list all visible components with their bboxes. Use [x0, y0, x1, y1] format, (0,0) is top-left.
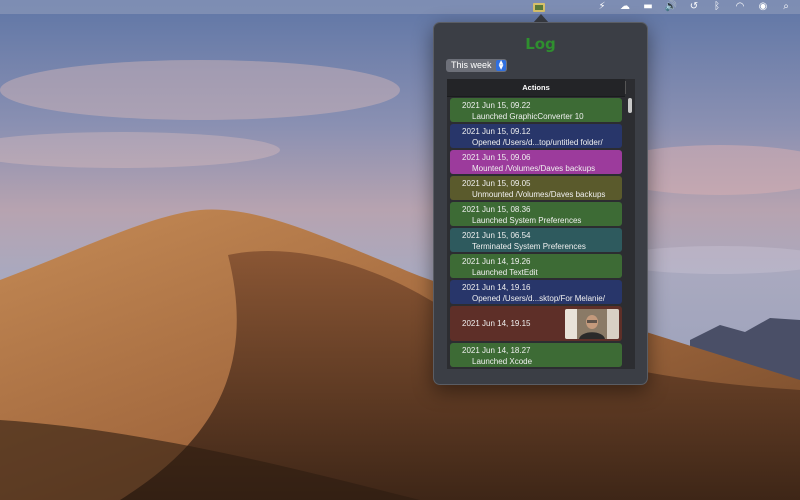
volume-icon[interactable]: 🔊 [662, 0, 680, 14]
bolt-icon[interactable]: ⚡ [593, 0, 611, 14]
log-entry[interactable]: 2021 Jun 14, 19.16 Opened /Users/d...skto… [450, 280, 622, 304]
log-entry-action: Terminated System Preferences [472, 242, 586, 251]
log-entry-action: Launched GraphicConverter 10 [472, 112, 584, 121]
popover-title: Log [525, 35, 556, 53]
log-entry-time: 2021 Jun 14, 19.16 [462, 283, 531, 292]
scrollbar[interactable] [628, 98, 632, 113]
log-entry-action: Unmounted /Volumes/Daves backups [472, 190, 606, 199]
bluetooth-icon[interactable]: ᛒ [708, 0, 726, 14]
log-entry-time: 2021 Jun 15, 09.12 [462, 127, 531, 136]
log-entry[interactable]: 2021 Jun 15, 08.36 Launched System Prefer… [450, 202, 622, 226]
log-entry-time: 2021 Jun 15, 09.22 [462, 101, 531, 110]
cloud-icon[interactable]: ☁ [616, 0, 634, 14]
menu-bar: ⚡ ☁ ▬ 🔊 ↺ ᛒ ◠ ◉ ⌕ [0, 0, 800, 14]
actions-column-header[interactable]: Actions [447, 79, 625, 97]
folder-icon[interactable]: ▬ [639, 0, 657, 14]
log-entry-time: 2021 Jun 14, 19.15 [462, 319, 531, 328]
user-icon[interactable]: ◉ [754, 0, 772, 14]
actions-table[interactable]: Actions 2021 Jun 15, 09.22 Launched Graph… [447, 79, 635, 369]
log-entry[interactable]: 2021 Jun 15, 09.06 Mounted /Volumes/Daves… [450, 150, 622, 174]
log-entry-time: 2021 Jun 15, 06.54 [462, 231, 531, 240]
log-entry-time: 2021 Jun 15, 09.05 [462, 179, 531, 188]
column-divider [625, 81, 626, 94]
time-machine-icon[interactable]: ↺ [685, 0, 703, 14]
log-entry-time: 2021 Jun 15, 09.06 [462, 153, 531, 162]
log-entry[interactable]: 2021 Jun 14, 18.27 Launched Xcode [450, 343, 622, 367]
log-entry-time: 2021 Jun 15, 08.36 [462, 205, 531, 214]
log-entry-action: Mounted /Volumes/Daves backups [472, 164, 596, 173]
log-entry-time: 2021 Jun 14, 18.27 [462, 346, 531, 355]
log-entry-action: Opened /Users/d...sktop/For Melanie/ [472, 294, 605, 303]
log-entry-action: Opened /Users/d...top/untitled folder/ [472, 138, 603, 147]
log-entry-action: Launched Xcode [472, 357, 533, 366]
log-entry[interactable]: 2021 Jun 14, 19.15 [450, 306, 622, 341]
chevron-updown-icon: ▲ ▼ [496, 60, 506, 71]
wifi-icon[interactable]: ◠ [731, 0, 749, 14]
log-entry[interactable]: 2021 Jun 15, 09.05 Unmounted /Volumes/Dav… [450, 176, 622, 200]
log-entry[interactable]: 2021 Jun 14, 19.26 Launched TextEdit [450, 254, 622, 278]
screenshot-thumbnail [565, 309, 619, 339]
log-entry[interactable]: 2021 Jun 15, 09.22 Launched GraphicConver… [450, 98, 622, 122]
log-entry-time: 2021 Jun 14, 19.26 [462, 257, 531, 266]
log-entry-action: Launched System Preferences [472, 216, 582, 225]
desktop-wallpaper [0, 0, 800, 500]
log-popover: Log This week ▲ ▼ Actions 2021 Jun 15, 09… [433, 22, 648, 385]
period-select-value: This week [451, 60, 492, 70]
log-entry[interactable]: 2021 Jun 15, 09.12 Opened /Users/d...top/… [450, 124, 622, 148]
search-icon[interactable]: ⌕ [777, 0, 795, 14]
app-icon[interactable] [532, 1, 546, 13]
log-entry-action: Launched TextEdit [472, 268, 538, 277]
period-select[interactable]: This week ▲ ▼ [446, 59, 507, 72]
log-entry[interactable]: 2021 Jun 15, 06.54 Terminated System Pref… [450, 228, 622, 252]
